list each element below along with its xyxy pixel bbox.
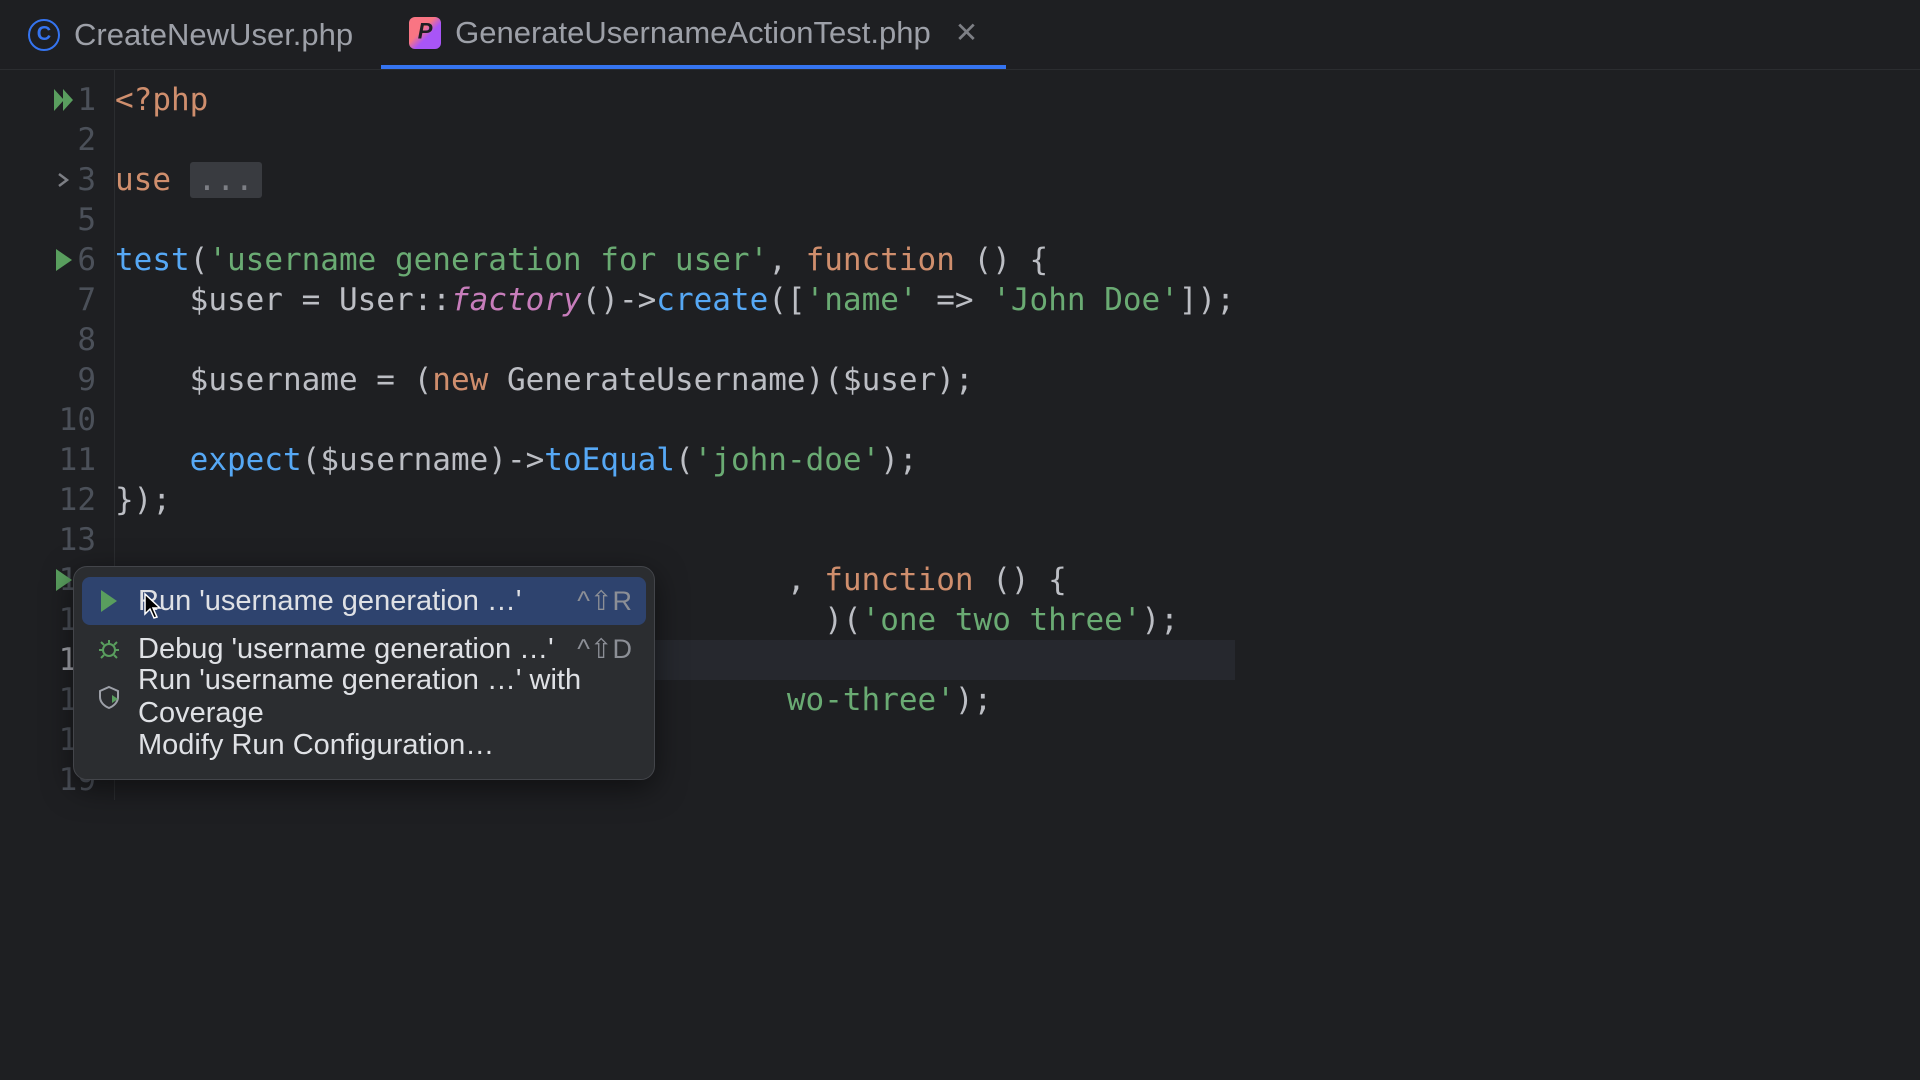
gutter-line-3[interactable]: 3 bbox=[0, 160, 114, 200]
line-number: 3 bbox=[77, 162, 96, 198]
line-number: 8 bbox=[77, 322, 96, 358]
code-fold[interactable]: ... bbox=[190, 162, 262, 198]
tab-bar: C CreateNewUser.php GenerateUsernameActi… bbox=[0, 0, 1920, 70]
tab-createnewuser[interactable]: C CreateNewUser.php bbox=[0, 0, 381, 69]
run-all-icon[interactable] bbox=[54, 89, 80, 111]
close-icon[interactable]: ✕ bbox=[955, 16, 978, 49]
copyright-icon: C bbox=[28, 19, 60, 51]
line-number: 10 bbox=[59, 402, 96, 438]
php-open-tag: <?php bbox=[115, 82, 208, 118]
line-number: 5 bbox=[77, 202, 96, 238]
gutter-line-6[interactable]: 6 bbox=[0, 240, 114, 280]
play-icon bbox=[96, 588, 122, 614]
line-number: 7 bbox=[77, 282, 96, 318]
context-menu: Run 'username generation …' ^⇧R Debug 'u… bbox=[73, 566, 655, 780]
menu-modify-config[interactable]: Modify Run Configuration… bbox=[82, 721, 646, 769]
line-number: 13 bbox=[59, 522, 96, 558]
menu-run-coverage[interactable]: Run 'username generation …' with Coverag… bbox=[82, 673, 646, 721]
gutter-line-1[interactable]: 1 bbox=[0, 80, 114, 120]
line-number: 1 bbox=[77, 82, 96, 118]
menu-shortcut: ^⇧R bbox=[577, 586, 632, 617]
menu-item-label: Run 'username generation …' bbox=[138, 585, 561, 618]
menu-shortcut: ^⇧D bbox=[577, 634, 632, 665]
line-number: 6 bbox=[77, 242, 96, 278]
pest-icon bbox=[409, 17, 441, 49]
line-number: 9 bbox=[77, 362, 96, 398]
use-keyword: use bbox=[115, 162, 171, 198]
line-number: 2 bbox=[77, 122, 96, 158]
coverage-icon bbox=[96, 684, 122, 710]
fold-icon[interactable] bbox=[54, 171, 72, 189]
menu-run-test[interactable]: Run 'username generation …' ^⇧R bbox=[82, 577, 646, 625]
tab-generateusernameactiontest[interactable]: GenerateUsernameActionTest.php ✕ bbox=[381, 0, 1006, 69]
line-number: 12 bbox=[59, 482, 96, 518]
menu-item-label: Debug 'username generation …' bbox=[138, 633, 561, 666]
menu-item-label: Run 'username generation …' with Coverag… bbox=[138, 664, 632, 730]
menu-item-label: Modify Run Configuration… bbox=[138, 729, 632, 762]
line-number: 11 bbox=[59, 442, 96, 478]
run-test-icon[interactable] bbox=[54, 249, 74, 271]
run-test-icon[interactable] bbox=[54, 569, 74, 591]
bug-icon bbox=[96, 636, 122, 662]
tab-filename: GenerateUsernameActionTest.php bbox=[455, 15, 931, 51]
tab-filename: CreateNewUser.php bbox=[74, 17, 353, 53]
